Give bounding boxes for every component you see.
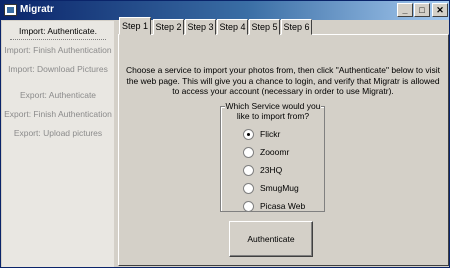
radio-label-flickr[interactable]: Flickr [260,129,280,139]
radio-label-smugmug[interactable]: SmugMug [260,183,299,193]
radio-button[interactable] [243,200,254,212]
instructions-text: Choose a service to import your photos f… [125,65,441,96]
tab-step-4[interactable]: Step 4 [217,19,248,35]
authenticate-button[interactable]: Authenticate [229,221,313,257]
app-window: Migratr _ □ ✕ Import: Authenticate. Impo… [0,0,450,268]
radio-button[interactable] [243,146,254,158]
radio-smugmug[interactable]: SmugMug [243,182,299,194]
tab-step-3[interactable]: Step 3 [185,19,216,35]
radio-flickr[interactable]: Flickr [243,128,280,140]
app-icon [4,4,17,16]
tab-step-6[interactable]: Step 6 [281,19,312,35]
window-title: Migratr [20,4,54,15]
tab-step-2[interactable]: Step 2 [153,19,184,35]
maximize-button[interactable]: □ [414,3,430,17]
title-bar[interactable]: Migratr _ □ ✕ [1,1,449,20]
radio-button[interactable] [243,182,254,194]
tab-step-1[interactable]: Step 1 [119,17,151,35]
service-group-title: Which Service would you like to import f… [225,101,321,121]
step-import-download-pictures: Import: Download Pictures [8,64,108,74]
steps-sidebar: Import: Authenticate. Import: Finish Aut… [2,21,114,267]
step-export-finish-authentication: Export: Finish Authentication [4,109,112,119]
step-import-finish-authentication: Import: Finish Authentication [4,45,112,55]
step-export-upload-pictures: Export: Upload pictures [13,128,103,138]
radio-label-zooomr[interactable]: Zooomr [260,147,289,157]
step-import-authenticate: Import: Authenticate. [2,26,114,40]
radio-label-23hq[interactable]: 23HQ [260,165,282,175]
tab-step-5[interactable]: Step 5 [249,19,280,35]
radio-button[interactable] [243,164,254,176]
close-button[interactable]: ✕ [432,3,448,17]
radio-picasa-web[interactable]: Picasa Web [243,200,305,212]
radio-label-picasa-web[interactable]: Picasa Web [260,201,305,211]
minimize-button[interactable]: _ [397,3,413,17]
tab-strip: Step 1 Step 2 Step 3 Step 4 Step 5 Step … [119,17,449,35]
radio-23hq[interactable]: 23HQ [243,164,282,176]
radio-button-selected[interactable] [243,128,254,140]
service-groupbox [220,106,325,212]
radio-zooomr[interactable]: Zooomr [243,146,289,158]
step-export-authenticate: Export: Authenticate [19,90,97,100]
